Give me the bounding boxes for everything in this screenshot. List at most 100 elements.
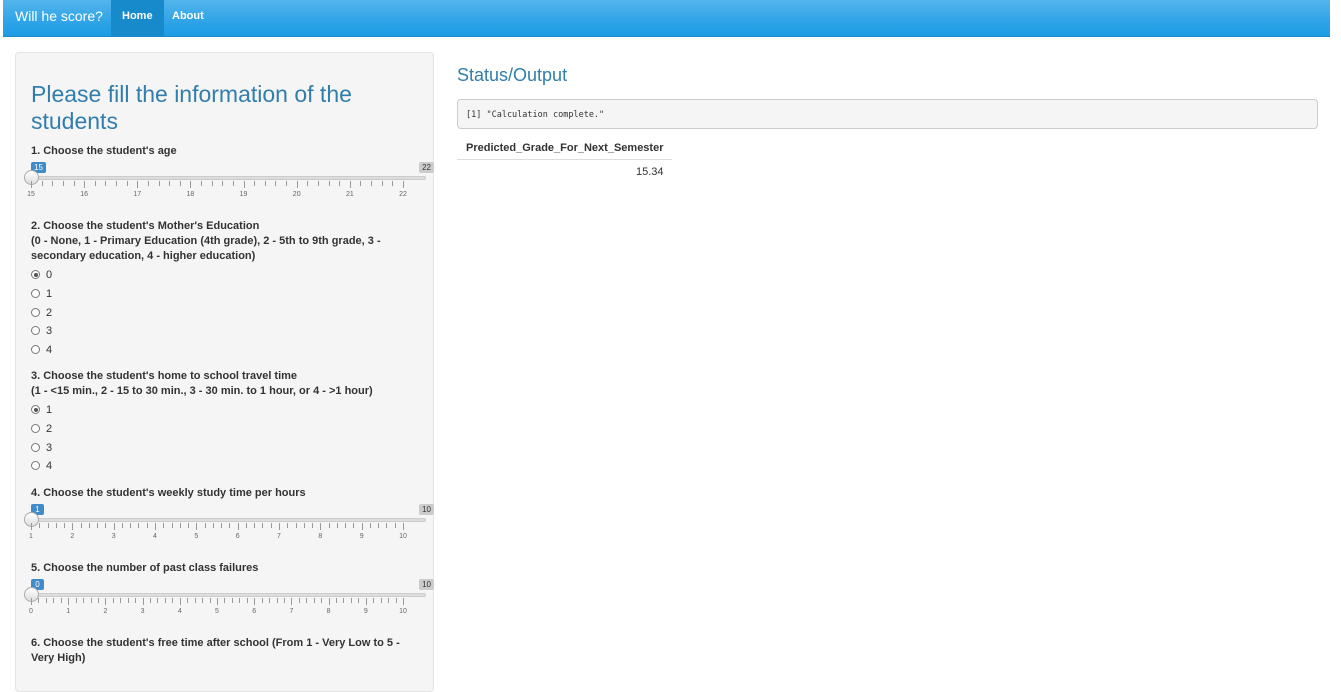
slider-minor-tick bbox=[231, 598, 233, 603]
radio-checked-icon[interactable] bbox=[31, 405, 40, 414]
slider-max-badge: 10 bbox=[419, 504, 434, 515]
slider-tick-label: 8 bbox=[318, 533, 323, 540]
radio-icon[interactable] bbox=[31, 461, 40, 470]
radio-option[interactable]: 2 bbox=[31, 307, 52, 321]
slider-minor-tick bbox=[73, 181, 75, 186]
slider-minor-tick bbox=[312, 523, 314, 528]
slider-tick bbox=[31, 181, 32, 188]
slider-minor-tick bbox=[112, 598, 114, 603]
radio-option[interactable]: 2 bbox=[31, 423, 52, 437]
study-time-slider[interactable]: 1 10 1 2 3 4 5 6 7 8 9 10 bbox=[24, 504, 434, 554]
slider-minor-tick bbox=[307, 181, 309, 186]
radio-option[interactable]: 1 bbox=[31, 288, 52, 302]
slider-minor-tick bbox=[158, 181, 160, 186]
slider-minor-tick bbox=[39, 523, 41, 528]
failures-slider[interactable]: 0 10 0 1 2 3 4 5 6 7 8 9 10 bbox=[24, 579, 434, 629]
slider-minor-tick bbox=[381, 181, 383, 186]
slider-tick-label: 6 bbox=[235, 533, 240, 540]
slider-track[interactable] bbox=[31, 518, 426, 522]
slider-minor-tick bbox=[224, 598, 226, 603]
slider-minor-tick bbox=[211, 181, 213, 186]
slider-tick bbox=[291, 598, 293, 605]
slider-minor-tick bbox=[373, 598, 375, 603]
slider-minor-tick bbox=[41, 181, 43, 186]
slider-tick-label: 18 bbox=[186, 191, 195, 198]
radio-option[interactable]: 4 bbox=[31, 344, 52, 358]
slider-minor-tick bbox=[264, 181, 266, 186]
age-slider[interactable]: 15 22 15 16 17 18 19 20 21 22 bbox=[24, 162, 434, 212]
slider-minor-tick bbox=[171, 523, 173, 528]
radio-option[interactable]: 0 bbox=[31, 269, 52, 283]
slider-minor-tick bbox=[254, 523, 256, 528]
slider-minor-tick bbox=[232, 181, 234, 186]
slider-tick bbox=[142, 598, 144, 605]
slider-minor-tick bbox=[126, 181, 128, 186]
navbar: Will he score? Home About bbox=[3, 0, 1330, 37]
slider-minor-tick bbox=[60, 598, 62, 603]
slider-minor-tick bbox=[283, 598, 285, 603]
slider-tick bbox=[196, 523, 198, 530]
slider-minor-tick bbox=[116, 181, 118, 186]
radio-option[interactable]: 4 bbox=[31, 460, 52, 474]
slider-tick-label: 8 bbox=[326, 608, 331, 615]
radio-option[interactable]: 3 bbox=[31, 325, 52, 339]
slider-minor-tick bbox=[353, 523, 355, 528]
slider-tick-label: 22 bbox=[399, 191, 407, 198]
radio-icon[interactable] bbox=[31, 308, 40, 317]
slider-minor-tick bbox=[120, 598, 122, 603]
slider-tick-label: 2 bbox=[70, 533, 75, 540]
slider-tick-label: 17 bbox=[133, 191, 142, 198]
slider-minor-tick bbox=[246, 598, 248, 603]
slider-minor-tick bbox=[275, 181, 277, 186]
slider-minor-tick bbox=[286, 181, 288, 186]
radio-icon[interactable] bbox=[31, 345, 40, 354]
slider-minor-tick bbox=[295, 523, 297, 528]
slider-minor-tick bbox=[212, 523, 214, 528]
slider-minor-tick bbox=[47, 523, 49, 528]
slider-minor-tick bbox=[262, 523, 264, 528]
slider-tick bbox=[361, 523, 363, 530]
slider-minor-tick bbox=[45, 598, 47, 603]
radio-icon[interactable] bbox=[31, 326, 40, 335]
radio-icon[interactable] bbox=[31, 424, 40, 433]
radio-icon[interactable] bbox=[31, 443, 40, 452]
slider-minor-tick bbox=[121, 523, 123, 528]
slider-minor-tick bbox=[90, 598, 92, 603]
slider-minor-tick bbox=[298, 598, 300, 603]
slider-minor-tick bbox=[201, 181, 203, 186]
slider-minor-tick bbox=[169, 181, 171, 186]
tab-home[interactable]: Home bbox=[111, 0, 164, 37]
slider-tick bbox=[179, 598, 181, 605]
travel-time-title: 3. Choose the student's home to school t… bbox=[31, 370, 298, 382]
panel-title: Please fill the information of the stude… bbox=[31, 81, 352, 134]
slider-track[interactable] bbox=[31, 593, 426, 597]
radio-option[interactable]: 3 bbox=[31, 442, 52, 456]
radio-option[interactable]: 1 bbox=[31, 404, 52, 418]
slider-tick-label: 4 bbox=[177, 608, 182, 615]
prediction-table: Predicted_Grade_For_Next_Semester 15.34 bbox=[457, 139, 673, 185]
slider-minor-tick bbox=[369, 523, 371, 528]
slider-minor-tick bbox=[38, 598, 40, 603]
slider-tick-label: 15 bbox=[27, 191, 35, 198]
radio-checked-icon[interactable] bbox=[31, 270, 40, 279]
slider-tick-label: 21 bbox=[345, 191, 354, 198]
slider-ticks: 15 16 17 18 19 20 21 22 bbox=[27, 181, 426, 209]
slider-track[interactable] bbox=[31, 176, 426, 180]
slider-minor-tick bbox=[202, 598, 204, 603]
slider-minor-tick bbox=[209, 598, 211, 603]
slider-tick bbox=[365, 598, 367, 605]
tab-about[interactable]: About bbox=[161, 0, 215, 37]
slider-tick bbox=[105, 598, 107, 605]
slider-minor-tick bbox=[88, 523, 90, 528]
table-row: 15.34 bbox=[457, 160, 672, 185]
slider-minor-tick bbox=[179, 181, 181, 186]
slider-tick bbox=[217, 598, 218, 605]
radio-icon[interactable] bbox=[31, 289, 40, 298]
brand-title[interactable]: Will he score? bbox=[15, 0, 103, 37]
slider-tick bbox=[403, 523, 404, 530]
slider-minor-tick bbox=[80, 523, 82, 528]
slider-tick bbox=[31, 598, 32, 605]
slider-minor-tick bbox=[53, 598, 55, 603]
slider-minor-tick bbox=[172, 598, 174, 603]
slider-minor-tick bbox=[239, 598, 241, 603]
